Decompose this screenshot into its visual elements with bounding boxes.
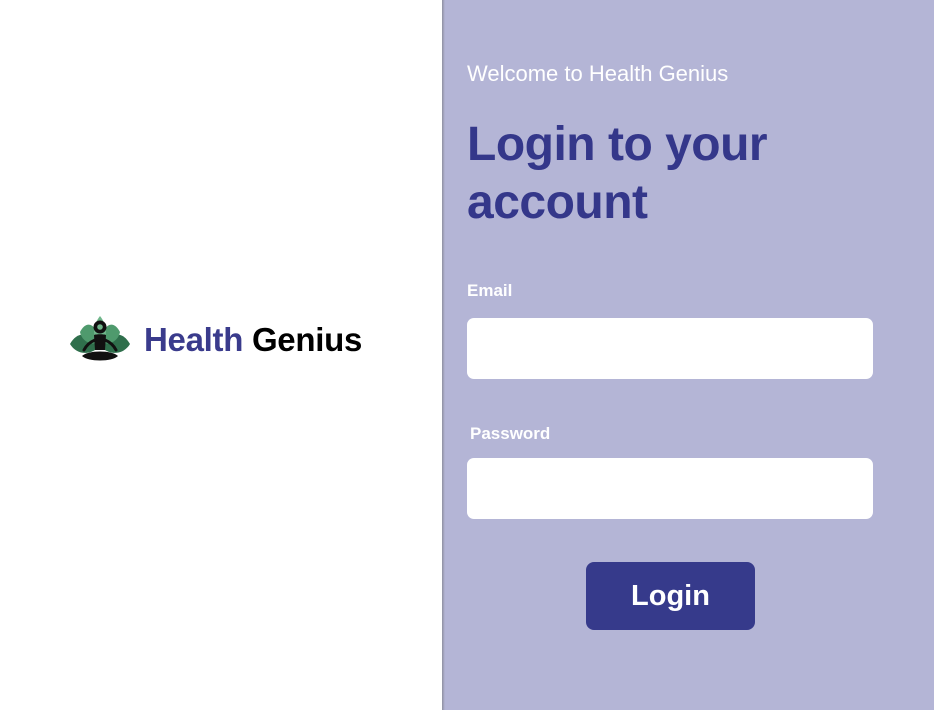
brand-name-part-2: Genius — [251, 321, 362, 358]
meditating-person-lotus-icon — [70, 316, 130, 361]
login-headline: Login to your account — [467, 118, 768, 229]
login-panel: Welcome to Health Genius Login to your a… — [445, 0, 934, 710]
password-label: Password — [470, 424, 551, 443]
brand-logo: Health Genius — [68, 312, 362, 368]
email-field[interactable] — [467, 318, 873, 379]
brand-name: Health Genius — [144, 321, 362, 359]
login-button[interactable]: Login — [586, 562, 755, 630]
brand-panel: Health Genius — [0, 0, 442, 710]
welcome-text: Welcome to Health Genius — [467, 61, 729, 86]
login-page: Health Genius Welcome to Health Genius L… — [0, 0, 934, 710]
email-label: Email — [467, 281, 513, 300]
brand-name-part-1: Health — [144, 321, 244, 358]
password-field[interactable] — [467, 458, 873, 519]
